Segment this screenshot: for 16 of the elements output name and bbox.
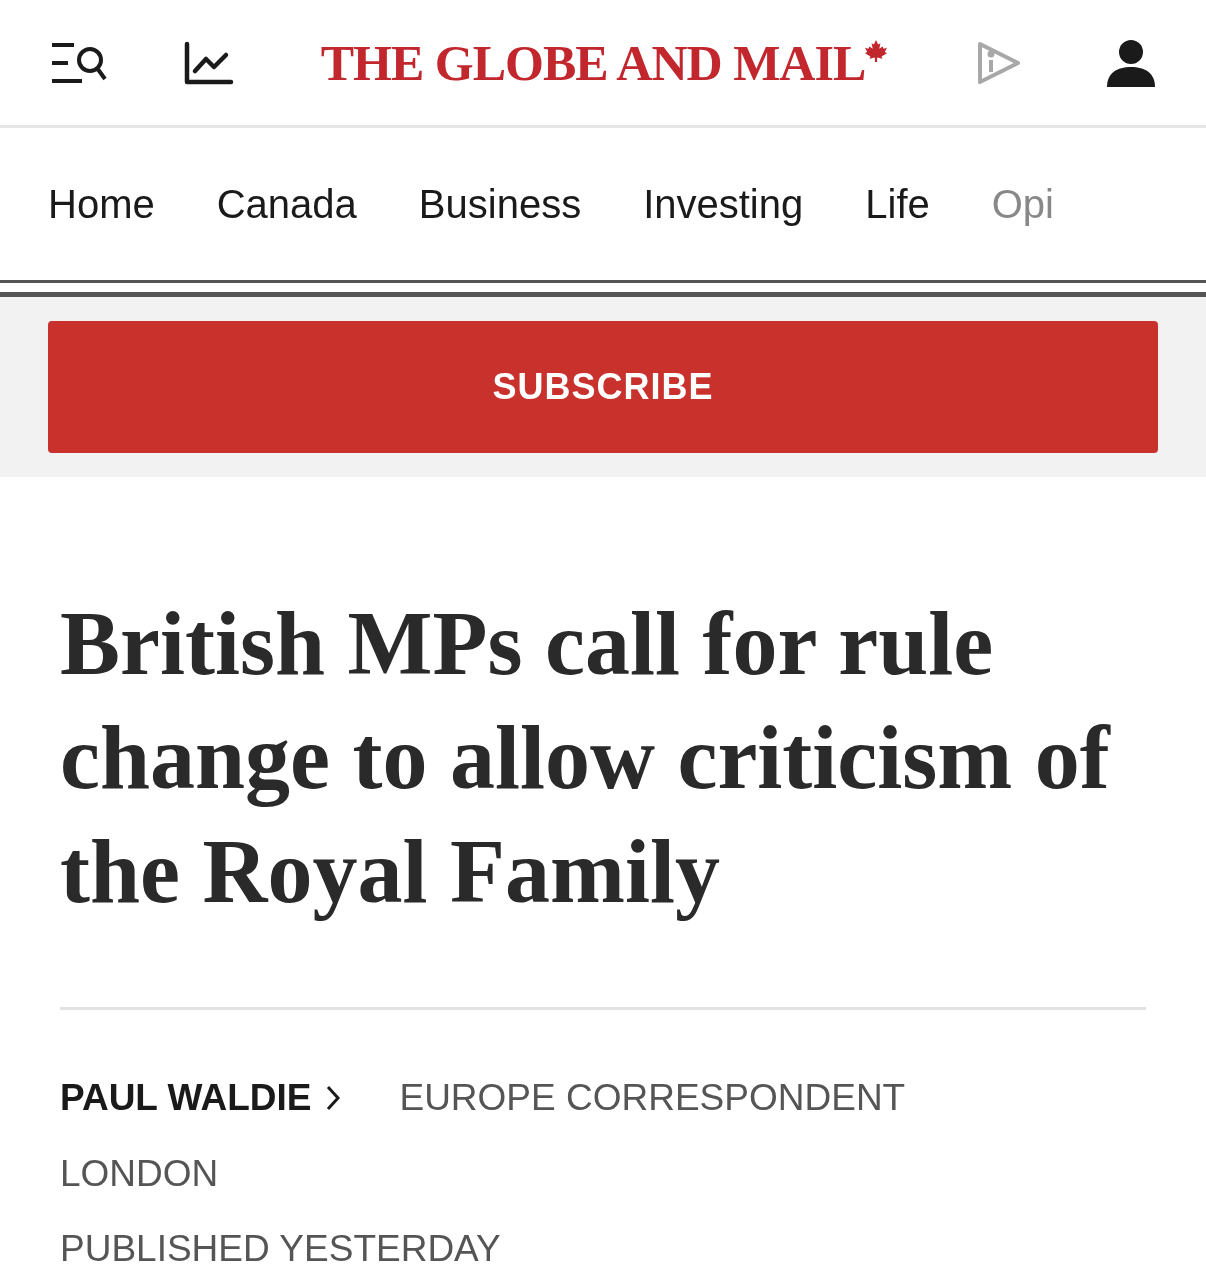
- article-location: LONDON: [60, 1151, 220, 1196]
- nav-link[interactable]: Home: [48, 174, 155, 234]
- subscribe-button[interactable]: SUBSCRIBE: [48, 321, 1158, 453]
- account-icon[interactable]: [1106, 37, 1156, 88]
- author-link[interactable]: PAUL WALDIE: [60, 1070, 312, 1126]
- maple-leaf-icon: [865, 39, 888, 62]
- chevron-right-icon: [325, 1083, 342, 1112]
- nav-link[interactable]: Investing: [643, 174, 804, 234]
- nav-link[interactable]: Business: [418, 174, 582, 234]
- publish-date: PUBLISHED YESTERDAY: [60, 1227, 502, 1271]
- article-headline: British MPs call for rule change to allow criticism of the Royal Family: [60, 593, 1112, 923]
- nav-link[interactable]: Opi: [991, 174, 1054, 234]
- site-logo[interactable]: THE GLOBE AND MAIL: [320, 37, 866, 88]
- author-role: EUROPE CORRESPONDENT: [399, 1076, 906, 1120]
- nav-link[interactable]: Canada: [216, 174, 357, 234]
- nav-link[interactable]: Life: [865, 174, 930, 234]
